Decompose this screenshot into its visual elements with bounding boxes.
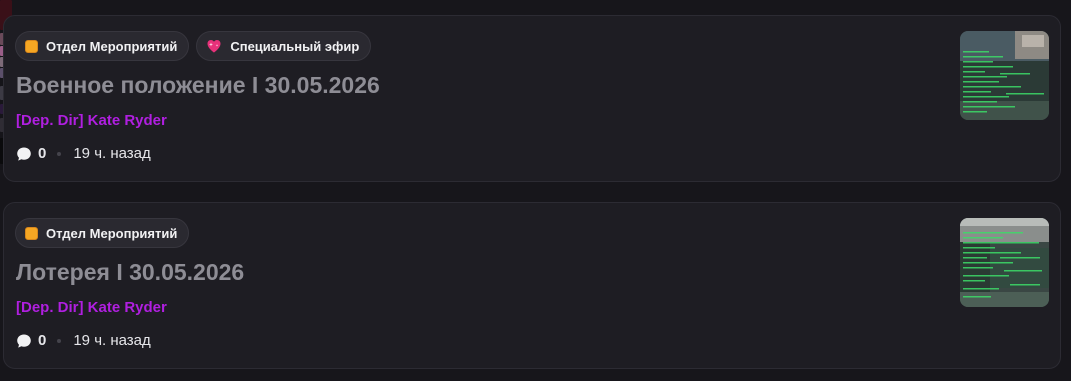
post-meta: 0 19 ч. назад	[16, 332, 151, 349]
post-feed: Отдел Мероприятий Специальный эфир Военн…	[0, 0, 1071, 381]
meta-separator	[57, 338, 62, 343]
meta-separator	[57, 151, 62, 156]
post-title[interactable]: Лотерея I 30.05.2026	[16, 259, 244, 286]
post-author[interactable]: [Dep. Dir] Kate Ryder	[16, 112, 167, 129]
tag-events-department[interactable]: Отдел Мероприятий	[15, 31, 190, 61]
post-card[interactable]: Отдел Мероприятий Специальный эфир Военн…	[3, 15, 1061, 182]
comment-count: 0	[38, 332, 47, 349]
sparkling-heart-icon	[206, 38, 222, 54]
post-author[interactable]: [Dep. Dir] Kate Ryder	[16, 299, 167, 316]
post-tags: Отдел Мероприятий Специальный эфир	[15, 31, 372, 61]
post-time: 19 ч. назад	[73, 145, 151, 162]
post-thumbnail[interactable]	[960, 31, 1049, 120]
post-time: 19 ч. назад	[73, 332, 151, 349]
comment-icon	[17, 334, 31, 348]
comment-count: 0	[38, 145, 47, 162]
tag-special-broadcast[interactable]: Специальный эфир	[196, 31, 372, 61]
tag-label: Отдел Мероприятий	[46, 225, 178, 241]
post-card[interactable]: Отдел Мероприятий Лотерея I 30.05.2026 […	[3, 202, 1061, 369]
post-title[interactable]: Военное положение I 30.05.2026	[16, 72, 380, 99]
tag-events-department[interactable]: Отдел Мероприятий	[15, 218, 190, 248]
orange-square-icon	[25, 39, 38, 53]
comment-icon	[17, 147, 31, 161]
tag-label: Отдел Мероприятий	[46, 38, 178, 54]
post-meta: 0 19 ч. назад	[16, 145, 151, 162]
tag-label: Специальный эфир	[230, 38, 360, 54]
orange-square-icon	[25, 226, 38, 240]
post-thumbnail[interactable]	[960, 218, 1049, 307]
post-tags: Отдел Мероприятий	[15, 218, 190, 248]
